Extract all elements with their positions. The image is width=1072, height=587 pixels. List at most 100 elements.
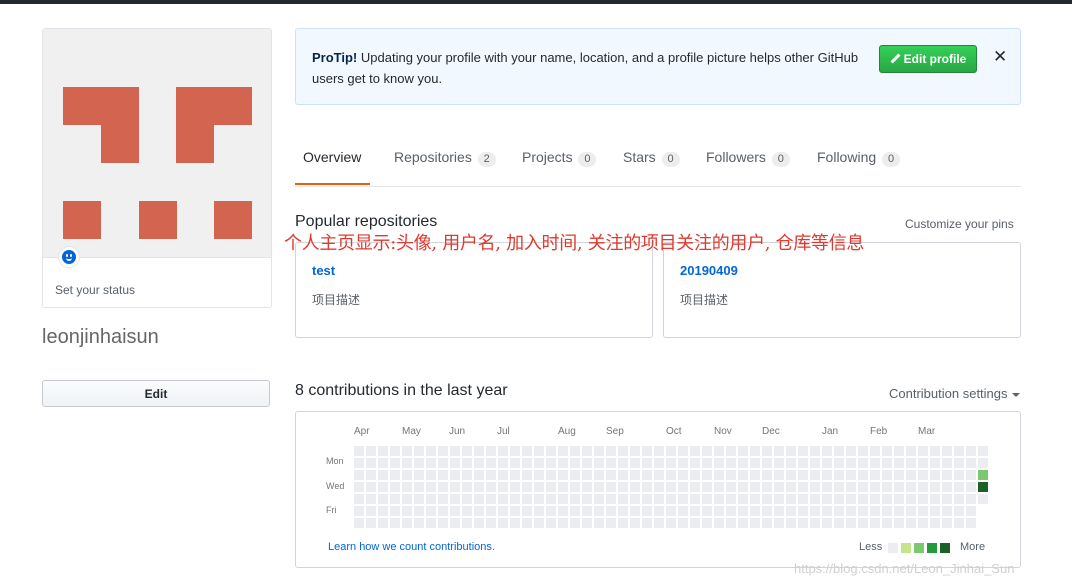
contribution-day-cell[interactable] (474, 506, 484, 516)
contribution-day-cell[interactable] (882, 446, 892, 456)
contribution-day-cell[interactable] (678, 482, 688, 492)
contribution-day-cell[interactable] (546, 494, 556, 504)
contribution-day-cell[interactable] (630, 518, 640, 528)
contribution-day-cell[interactable] (510, 518, 520, 528)
contribution-day-cell[interactable] (582, 506, 592, 516)
close-icon[interactable]: ✕ (993, 47, 1007, 67)
contribution-day-cell[interactable] (918, 446, 928, 456)
contribution-day-cell[interactable] (546, 458, 556, 468)
contribution-day-cell[interactable] (450, 482, 460, 492)
smiley-icon[interactable] (58, 246, 80, 268)
contribution-day-cell[interactable] (750, 446, 760, 456)
contribution-day-cell[interactable] (642, 506, 652, 516)
contribution-day-cell[interactable] (510, 470, 520, 480)
contribution-day-cell[interactable] (726, 518, 736, 528)
contribution-day-cell[interactable] (474, 494, 484, 504)
tab-overview[interactable]: Overview (303, 149, 361, 165)
contribution-day-cell[interactable] (834, 458, 844, 468)
contribution-day-cell[interactable] (810, 458, 820, 468)
contribution-day-cell[interactable] (498, 482, 508, 492)
contribution-day-cell[interactable] (654, 518, 664, 528)
contribution-day-cell[interactable] (426, 482, 436, 492)
contribution-day-cell[interactable] (606, 470, 616, 480)
contribution-day-cell[interactable] (894, 446, 904, 456)
contribution-day-cell[interactable] (858, 506, 868, 516)
contribution-day-cell[interactable] (630, 494, 640, 504)
contribution-settings-dropdown[interactable]: Contribution settings (889, 386, 1020, 401)
contribution-day-cell[interactable] (954, 494, 964, 504)
contribution-day-cell[interactable] (438, 458, 448, 468)
contribution-day-cell[interactable] (822, 482, 832, 492)
contribution-day-cell[interactable] (786, 518, 796, 528)
contribution-day-cell[interactable] (354, 506, 364, 516)
contribution-day-cell[interactable] (570, 446, 580, 456)
contribution-day-cell[interactable] (966, 446, 976, 456)
contribution-day-cell[interactable] (642, 458, 652, 468)
contribution-day-cell[interactable] (642, 518, 652, 528)
contribution-day-cell[interactable] (414, 458, 424, 468)
repo-link[interactable]: 20190409 (680, 263, 738, 278)
contribution-day-cell[interactable] (846, 470, 856, 480)
contribution-day-cell[interactable] (750, 470, 760, 480)
contribution-day-cell[interactable] (738, 506, 748, 516)
contribution-day-cell[interactable] (834, 518, 844, 528)
contribution-day-cell[interactable] (402, 506, 412, 516)
contribution-day-cell[interactable] (798, 458, 808, 468)
contribution-day-cell[interactable] (906, 446, 916, 456)
contribution-day-cell[interactable] (894, 518, 904, 528)
contribution-day-cell[interactable] (618, 482, 628, 492)
contribution-day-cell[interactable] (846, 494, 856, 504)
contribution-day-cell[interactable] (390, 494, 400, 504)
edit-profile-green-button[interactable]: Edit profile (879, 45, 977, 73)
contribution-day-cell[interactable] (894, 494, 904, 504)
contribution-day-cell[interactable] (570, 506, 580, 516)
contribution-day-cell[interactable] (978, 458, 988, 468)
contribution-day-cell[interactable] (870, 458, 880, 468)
contribution-day-cell[interactable] (942, 518, 952, 528)
contribution-day-cell[interactable] (906, 494, 916, 504)
contribution-day-cell[interactable] (858, 494, 868, 504)
contribution-day-cell[interactable] (858, 482, 868, 492)
contribution-day-cell[interactable] (930, 482, 940, 492)
contribution-day-cell[interactable] (774, 494, 784, 504)
contribution-day-cell[interactable] (738, 458, 748, 468)
contribution-day-cell[interactable] (618, 518, 628, 528)
tab-following[interactable]: Following 0 (817, 149, 901, 167)
contribution-day-cell[interactable] (378, 518, 388, 528)
contribution-day-cell[interactable] (966, 506, 976, 516)
contribution-day-cell[interactable] (942, 506, 952, 516)
contribution-day-cell[interactable] (438, 482, 448, 492)
contribution-day-cell[interactable] (438, 470, 448, 480)
contribution-day-cell[interactable] (510, 494, 520, 504)
contribution-day-cell[interactable] (354, 458, 364, 468)
contribution-day-cell[interactable] (702, 446, 712, 456)
contribution-day-cell[interactable] (450, 506, 460, 516)
contribution-day-cell[interactable] (870, 494, 880, 504)
contribution-day-cell[interactable] (774, 470, 784, 480)
contribution-day-cell[interactable] (570, 458, 580, 468)
contribution-day-cell[interactable] (498, 458, 508, 468)
contribution-day-cell[interactable] (570, 482, 580, 492)
contribution-day-cell[interactable] (462, 458, 472, 468)
contribution-day-cell[interactable] (594, 482, 604, 492)
contribution-day-cell[interactable] (786, 458, 796, 468)
contribution-day-cell[interactable] (834, 446, 844, 456)
contribution-day-cell[interactable] (378, 494, 388, 504)
contribution-day-cell[interactable] (558, 482, 568, 492)
contribution-day-cell[interactable] (882, 470, 892, 480)
contribution-day-cell[interactable] (414, 518, 424, 528)
contribution-day-cell[interactable] (846, 458, 856, 468)
contribution-day-cell[interactable] (486, 518, 496, 528)
contribution-day-cell[interactable] (522, 446, 532, 456)
contribution-day-cell[interactable] (798, 482, 808, 492)
contribution-day-cell[interactable] (378, 446, 388, 456)
contribution-day-cell[interactable] (546, 482, 556, 492)
contribution-day-cell[interactable] (606, 482, 616, 492)
contribution-day-cell[interactable] (414, 470, 424, 480)
contribution-day-cell[interactable] (906, 482, 916, 492)
contribution-day-cell[interactable] (834, 506, 844, 516)
tab-stars[interactable]: Stars 0 (623, 149, 680, 167)
contribution-day-cell[interactable] (402, 518, 412, 528)
contribution-day-cell[interactable] (762, 470, 772, 480)
contribution-day-cell[interactable] (414, 446, 424, 456)
